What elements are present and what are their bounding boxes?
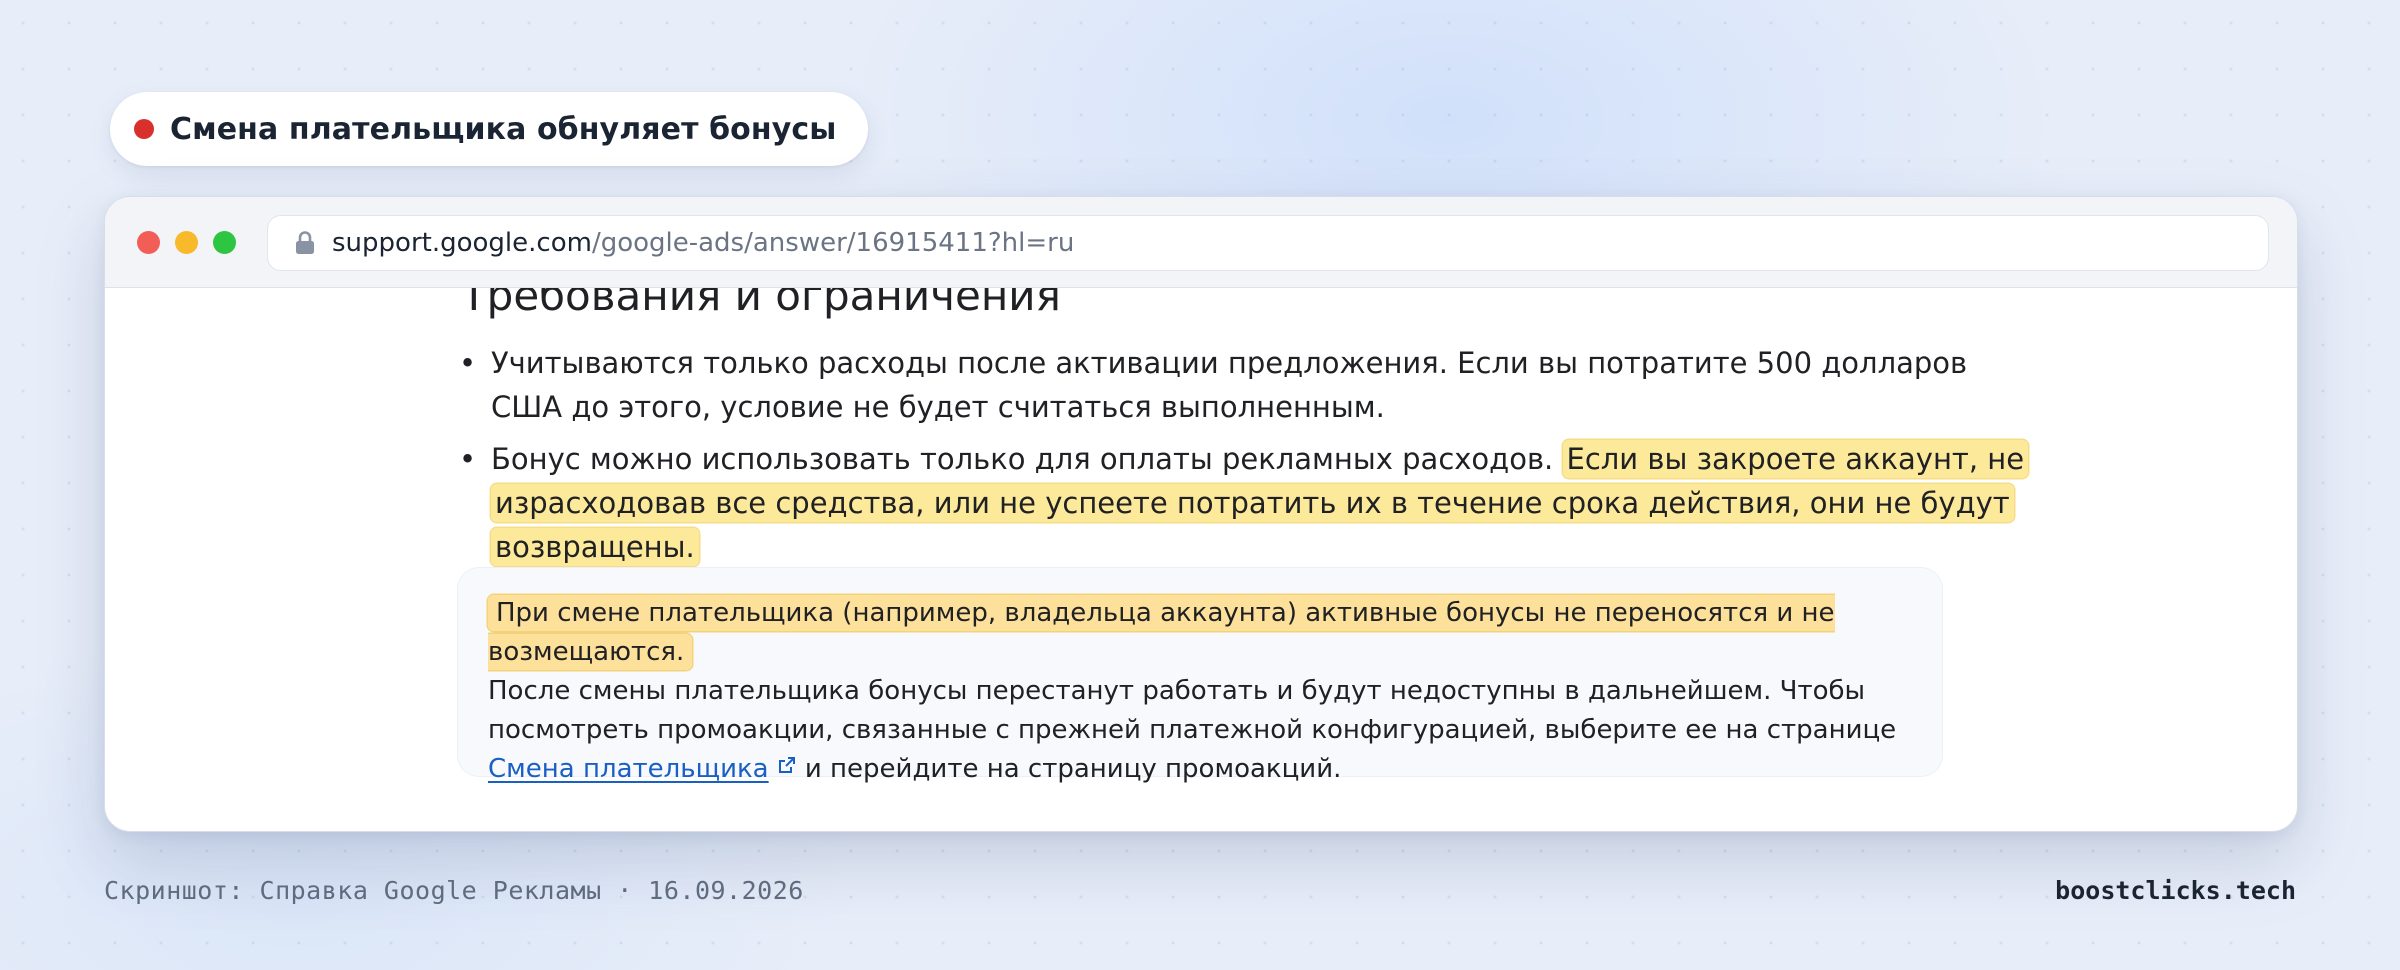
maximize-window-button[interactable] <box>213 231 236 254</box>
highlighted-note: При смене плательщика (например, владель… <box>488 595 1835 670</box>
note-text: При смене плательщика (например, владель… <box>488 594 1928 789</box>
url-path: /google-ads/answer/16915411?hl=ru <box>591 228 1075 258</box>
list-item: Бонус можно использовать только для опла… <box>457 437 2037 569</box>
callout-text: Смена плательщика обнуляет бонусы <box>170 111 837 147</box>
minimize-window-button[interactable] <box>175 231 198 254</box>
url-text: support.google.com/google-ads/answer/169… <box>332 228 1074 258</box>
callout-badge: Смена плательщика обнуляет бонусы <box>110 92 869 166</box>
site-credit: boostclicks.tech <box>2055 876 2296 905</box>
url-domain: support.google.com <box>332 228 592 258</box>
close-window-button[interactable] <box>137 231 160 254</box>
red-dot-icon <box>134 119 154 139</box>
list-item: Учитываются только расходы после активац… <box>457 341 2037 429</box>
lock-icon <box>296 231 314 254</box>
list-item-text: Учитываются только расходы после активац… <box>491 346 1968 424</box>
address-bar[interactable]: support.google.com/google-ads/answer/169… <box>267 215 2269 271</box>
list-item-text: Бонус можно использовать только для опла… <box>491 442 1554 476</box>
note-tail-text: и перейдите на страницу промоакций. <box>804 754 1342 784</box>
note-box: При смене плательщика (например, владель… <box>457 567 1943 784</box>
external-link-icon <box>778 757 795 773</box>
link-label: Смена плательщика <box>488 754 769 784</box>
screenshot-caption: Скриншот: Справка Google Рекламы · 16.09… <box>104 876 804 905</box>
change-payer-link[interactable]: Смена плательщика <box>488 754 797 784</box>
note-body-text: После смены плательщика бонусы перестану… <box>488 676 1897 745</box>
requirements-list: Учитываются только расходы после активац… <box>457 341 2037 569</box>
browser-titlebar: support.google.com/google-ads/answer/169… <box>105 197 2297 288</box>
browser-window: support.google.com/google-ads/answer/169… <box>104 196 2298 832</box>
